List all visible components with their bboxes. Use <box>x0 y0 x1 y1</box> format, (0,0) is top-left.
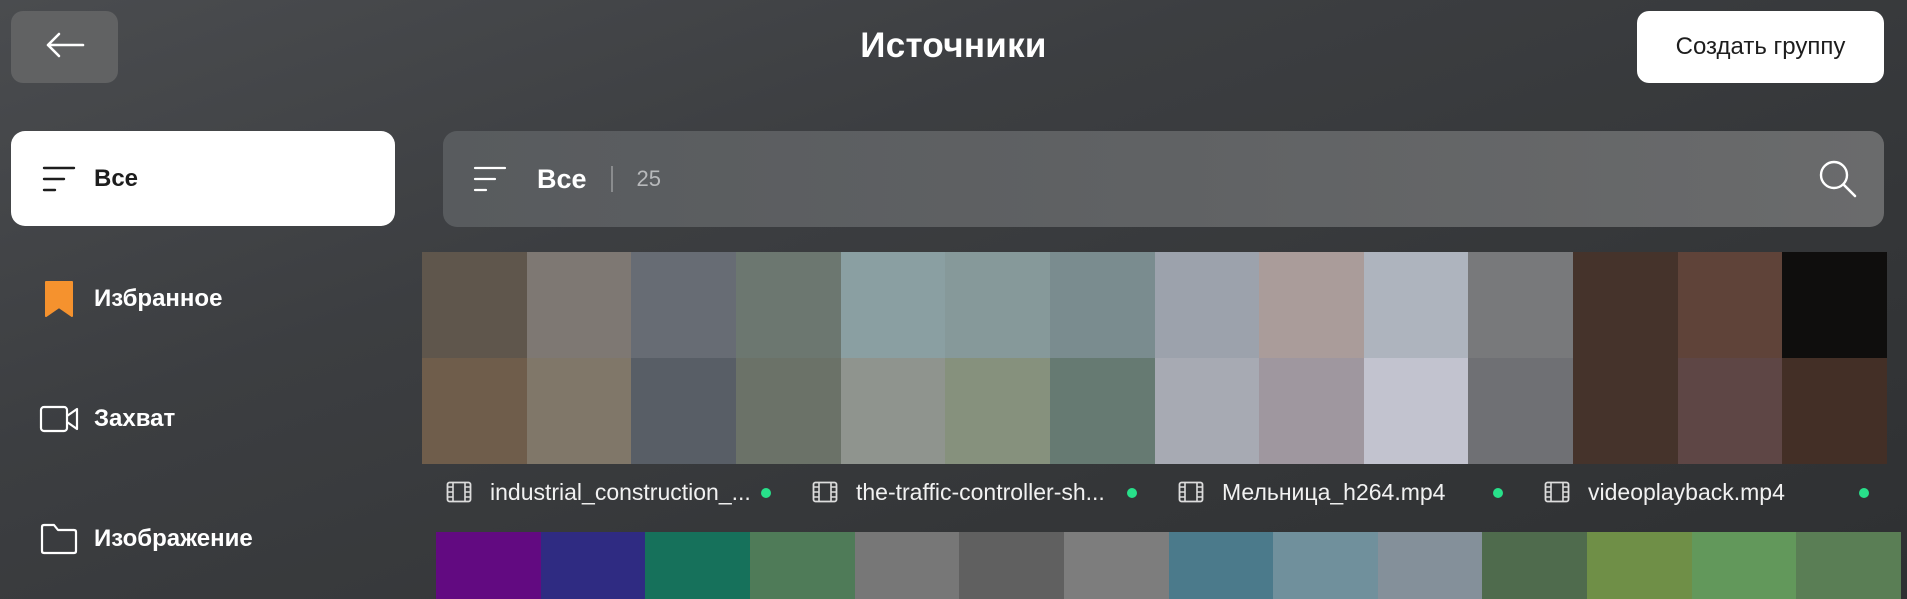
source-name: industrial_construction_... <box>490 478 751 505</box>
sidebar-item-image[interactable]: Изображение <box>11 491 395 586</box>
thumbnail-tile <box>526 358 632 464</box>
thumbnail-tile <box>436 532 541 599</box>
thumbnail-tile <box>945 358 1050 464</box>
thumbnail-tile <box>1363 252 1469 358</box>
source-name: the-traffic-controller-sh... <box>856 478 1105 505</box>
thumbnail-tile <box>1677 358 1783 464</box>
thumbnail-tile <box>1363 358 1469 464</box>
thumbnail-tile <box>422 358 527 464</box>
sidebar-item-label: Все <box>94 164 139 192</box>
thumbnail-tile <box>945 252 1050 358</box>
thumbnail-tile <box>1691 532 1797 599</box>
thumbnail-tile <box>1168 532 1274 599</box>
thumbnail-tile <box>1259 358 1364 464</box>
back-button[interactable] <box>11 11 118 83</box>
video-camera-icon <box>39 399 79 439</box>
thumbnail-tile <box>1573 252 1678 358</box>
page-title: Источники <box>860 26 1047 65</box>
divider <box>610 166 613 192</box>
status-dot <box>1859 488 1869 498</box>
create-group-button[interactable]: Создать группу <box>1637 11 1884 83</box>
thumbnail-tile <box>1468 358 1574 464</box>
thumbnail-tile <box>1482 532 1588 599</box>
arrow-left-icon <box>45 32 85 63</box>
thumbnail-tile <box>1273 532 1378 599</box>
sidebar-item-label: Избранное <box>94 284 223 312</box>
source-name: Мельница_h264.mp4 <box>1222 478 1446 505</box>
thumbnail-tile <box>1573 358 1678 464</box>
thumbnail-tile <box>1587 532 1692 599</box>
source-item[interactable]: industrial_construction_... <box>422 464 788 520</box>
thumbnail-tile <box>854 532 960 599</box>
sidebar-item-label: Захват <box>94 404 176 432</box>
source-count: 25 <box>636 166 662 191</box>
list-filter-icon[interactable] <box>473 159 513 199</box>
thumbnail-tile <box>735 358 841 464</box>
film-icon <box>1544 481 1570 503</box>
thumbnail-tile <box>1049 252 1155 358</box>
thumbnail-tile <box>422 252 527 358</box>
film-icon <box>446 481 472 503</box>
filter-label: Все <box>537 163 587 194</box>
source-thumbnails-row-2[interactable] <box>436 532 1901 599</box>
thumbnail-tile <box>1259 252 1364 358</box>
source-item[interactable]: the-traffic-controller-sh... <box>788 464 1154 520</box>
thumbnail-tile <box>1049 358 1155 464</box>
status-dot <box>1127 488 1137 498</box>
list-filter-icon <box>39 159 79 199</box>
thumbnail-tile <box>631 252 736 358</box>
status-dot <box>761 488 771 498</box>
film-icon <box>1178 481 1204 503</box>
thumbnail-tile <box>735 252 841 358</box>
source-name: videoplayback.mp4 <box>1588 478 1785 505</box>
source-thumbnails-row-1[interactable] <box>422 252 1887 464</box>
thumbnail-tile <box>540 532 646 599</box>
film-icon <box>812 481 838 503</box>
sidebar-item-favorites[interactable]: Избранное <box>11 251 395 346</box>
thumbnail-tile <box>1677 252 1783 358</box>
thumbnail-tile <box>1154 252 1260 358</box>
source-item[interactable]: Мельница_h264.mp4 <box>1154 464 1520 520</box>
thumbnail-tile <box>959 532 1064 599</box>
thumbnail-tile <box>1377 532 1483 599</box>
search-icon[interactable] <box>1818 159 1858 199</box>
sidebar-item-label: Изображение <box>94 524 253 552</box>
status-dot <box>1493 488 1503 498</box>
source-captions: industrial_construction_... the-traffic-… <box>422 464 1887 520</box>
thumbnail-tile <box>645 532 750 599</box>
thumbnail-tile <box>749 532 855 599</box>
thumbnail-tile <box>840 358 946 464</box>
source-item[interactable]: videoplayback.mp4 <box>1520 464 1886 520</box>
thumbnail-tile <box>840 252 946 358</box>
thumbnail-tile <box>526 252 632 358</box>
thumbnail-tile <box>1468 252 1574 358</box>
thumbnail-tile <box>1782 358 1887 464</box>
sidebar-item-capture[interactable]: Захват <box>11 371 395 466</box>
folder-icon <box>39 519 79 559</box>
bookmark-icon <box>39 279 79 319</box>
sidebar-item-all[interactable]: Все <box>11 131 395 226</box>
thumbnail-tile <box>1782 252 1887 358</box>
filter-bar: Все 25 <box>443 131 1884 227</box>
thumbnail-tile <box>631 358 736 464</box>
thumbnail-tile <box>1154 358 1260 464</box>
thumbnail-tile <box>1796 532 1901 599</box>
thumbnail-tile <box>1063 532 1169 599</box>
